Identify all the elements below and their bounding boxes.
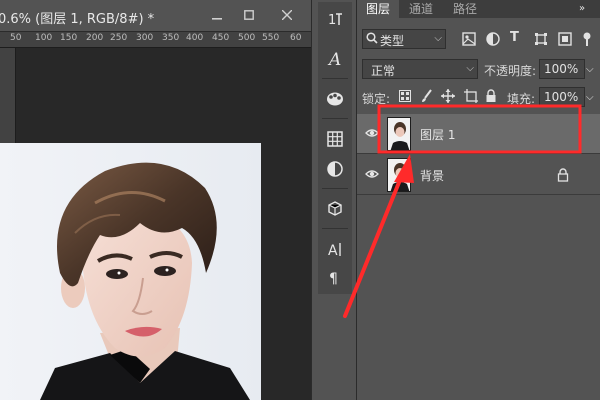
lock-row: 锁定: 填充: 100% ⌵ [357, 86, 600, 110]
layer-row-background[interactable]: 背景 [357, 155, 600, 195]
panel-tabs: 图层 通道 路径 » [357, 0, 600, 18]
lock-label: 锁定: [362, 92, 391, 106]
canvas-area[interactable] [0, 49, 311, 400]
layer-name[interactable]: 背景 [420, 167, 444, 184]
blend-mode-value: 正常 [371, 64, 396, 78]
svg-text:1: 1 [328, 13, 336, 27]
search-icon [366, 32, 378, 48]
pilcrow-icon[interactable]: ¶ [318, 264, 352, 290]
fill-label: 填充: [507, 92, 536, 106]
3d-icon[interactable] [318, 196, 352, 222]
tab-channels[interactable]: 通道 [401, 0, 441, 18]
document-window: 0.6% (图层 1, RGB/8#) * 50 100 150 200 250… [0, 0, 311, 400]
chevron-down-icon: ⌵ [434, 33, 442, 44]
lock-transparent-icon[interactable] [399, 90, 411, 106]
character-icon[interactable]: A [318, 46, 352, 72]
fill-input[interactable]: 100% [539, 87, 585, 107]
panel-icon-group: 1 A A ¶ [318, 2, 352, 294]
adjustment-filter-icon[interactable] [486, 32, 500, 50]
eye-icon[interactable] [365, 167, 379, 181]
ruler-label: 550 [262, 33, 280, 43]
chevron-down-icon[interactable]: ⌵ [586, 91, 594, 105]
ruler-label: 300 [136, 33, 154, 43]
layers-panel: 图层 通道 路径 » 类型 ⌵ T 正常 ⌵ 不透明度: 100% ⌵ 锁定: … [357, 0, 600, 400]
filter-kind-dropdown[interactable]: 类型 ⌵ [362, 29, 446, 49]
ruler-label: 150 [60, 33, 78, 43]
chevron-down-icon[interactable]: ⌵ [586, 63, 594, 77]
history-icon[interactable]: 1 [318, 6, 352, 32]
paragraph-text-icon[interactable]: A [318, 236, 352, 262]
ruler-label: 250 [110, 33, 128, 43]
pixel-filter-icon[interactable] [462, 32, 476, 50]
panel-menu-icon[interactable]: » [579, 2, 585, 16]
svg-text:¶: ¶ [329, 271, 338, 285]
shape-filter-icon[interactable] [534, 32, 548, 50]
text-filter-icon[interactable]: T [510, 31, 519, 45]
filter-kind-label: 类型 [380, 34, 405, 48]
horizontal-ruler[interactable]: 50 100 150 200 250 300 350 400 450 500 5… [0, 32, 311, 48]
document-title[interactable]: 0.6% (图层 1, RGB/8#) * [0, 8, 154, 27]
opacity-label: 不透明度: [484, 64, 537, 78]
lock-artboard-icon[interactable] [464, 89, 478, 107]
swatches-icon[interactable] [318, 86, 352, 112]
blend-row: 正常 ⌵ 不透明度: 100% ⌵ [357, 56, 600, 84]
chevron-down-icon: ⌵ [466, 63, 474, 74]
restore-icon[interactable] [238, 6, 260, 24]
ruler-label: 350 [162, 33, 180, 43]
document-tab-bar: 0.6% (图层 1, RGB/8#) * [0, 0, 311, 32]
svg-text:A: A [328, 243, 338, 257]
minimize-icon[interactable] [206, 6, 228, 24]
ruler-label: 60 [290, 33, 302, 43]
ruler-label: 200 [86, 33, 104, 43]
svg-text:A: A [327, 50, 341, 68]
tab-layers[interactable]: 图层 [357, 0, 399, 18]
eye-icon[interactable] [365, 126, 379, 140]
toggle-filter-icon[interactable] [582, 31, 592, 51]
filter-row: 类型 ⌵ T [357, 26, 600, 54]
layer-thumbnail [387, 117, 411, 151]
layer-row-layer-1[interactable]: 图层 1 [357, 114, 600, 154]
opacity-value: 100% [544, 62, 579, 76]
blend-mode-dropdown[interactable]: 正常 ⌵ [362, 59, 478, 79]
ruler-label: 50 [10, 33, 22, 43]
portrait-photo [0, 143, 261, 400]
fill-value: 100% [544, 90, 579, 104]
lock-all-icon[interactable] [485, 89, 497, 107]
grid-icon[interactable] [318, 126, 352, 152]
layer-thumbnail [387, 158, 411, 192]
close-icon[interactable] [276, 6, 298, 24]
smart-object-filter-icon[interactable] [558, 32, 572, 50]
ruler-label: 450 [212, 33, 230, 43]
tab-paths[interactable]: 路径 [445, 0, 485, 18]
ruler-label: 500 [238, 33, 256, 43]
lock-brush-icon[interactable] [420, 89, 432, 107]
ruler-label: 100 [35, 33, 53, 43]
ruler-label: 400 [186, 33, 204, 43]
adjustments-icon[interactable] [318, 156, 352, 182]
lock-icon [557, 168, 569, 186]
layer-name[interactable]: 图层 1 [420, 126, 455, 143]
lock-move-icon[interactable] [441, 89, 455, 107]
opacity-input[interactable]: 100% [539, 59, 585, 79]
panel-icon-strip: 1 A A ¶ [311, 0, 357, 400]
